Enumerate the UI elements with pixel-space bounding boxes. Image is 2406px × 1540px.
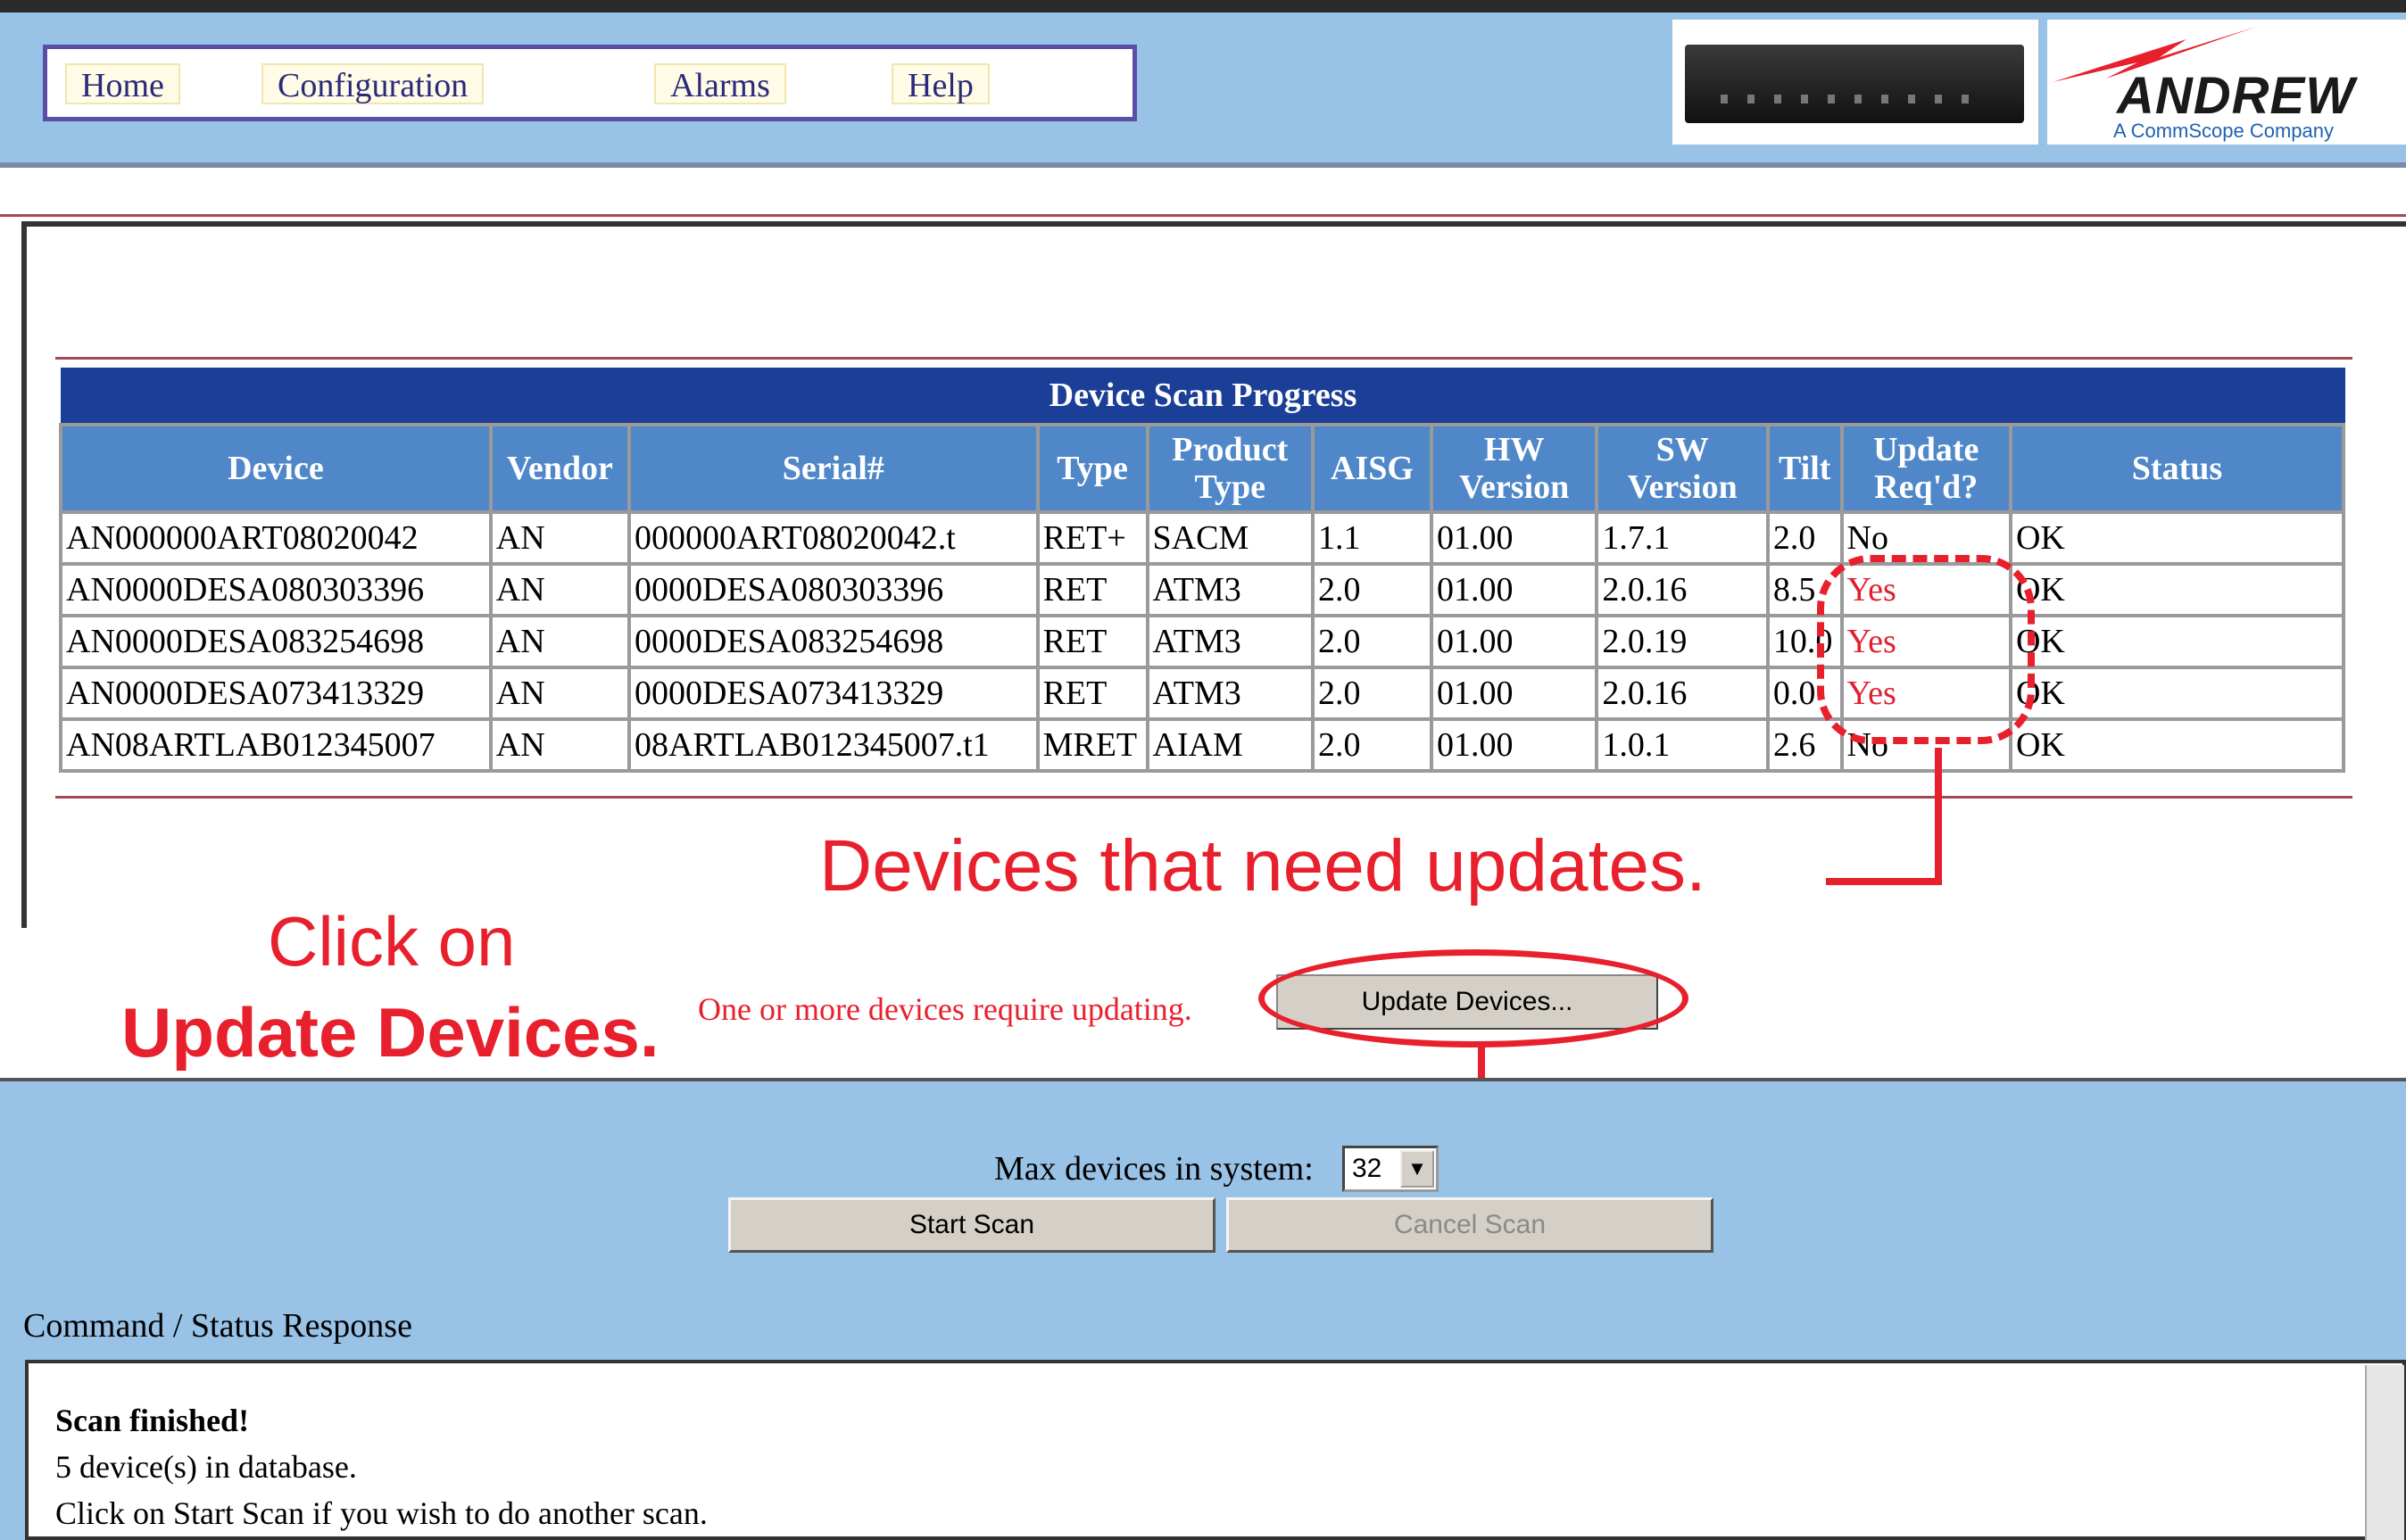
response-text: Scan finished! 5 device(s) in database. … [55, 1397, 708, 1536]
annotation-update-devices: Update Devices. [121, 993, 660, 1072]
annotation-click-on: Click on [268, 902, 516, 981]
response-line: Scan finished! [55, 1403, 250, 1438]
response-label: Command / Status Response [23, 1307, 412, 1345]
max-devices-label: Max devices in system: [994, 1150, 1314, 1188]
update-button-highlight [1258, 949, 1688, 1047]
cancel-scan-button: Cancel Scan [1226, 1197, 1713, 1253]
response-line: Click on Start Scan if you wish to do an… [55, 1495, 708, 1531]
annotation-devices-need-updates: Devices that need updates. [819, 825, 1706, 907]
update-required-message: One or more devices require updating. [698, 991, 1192, 1027]
max-devices-select[interactable]: 32 ▼ [1342, 1146, 1439, 1192]
max-devices-value: 32 [1352, 1154, 1382, 1183]
chevron-down-icon[interactable]: ▼ [1400, 1150, 1434, 1188]
response-line: 5 device(s) in database. [55, 1449, 357, 1485]
start-scan-button[interactable]: Start Scan [728, 1197, 1215, 1253]
response-scrollbar[interactable] [2365, 1365, 2404, 1540]
